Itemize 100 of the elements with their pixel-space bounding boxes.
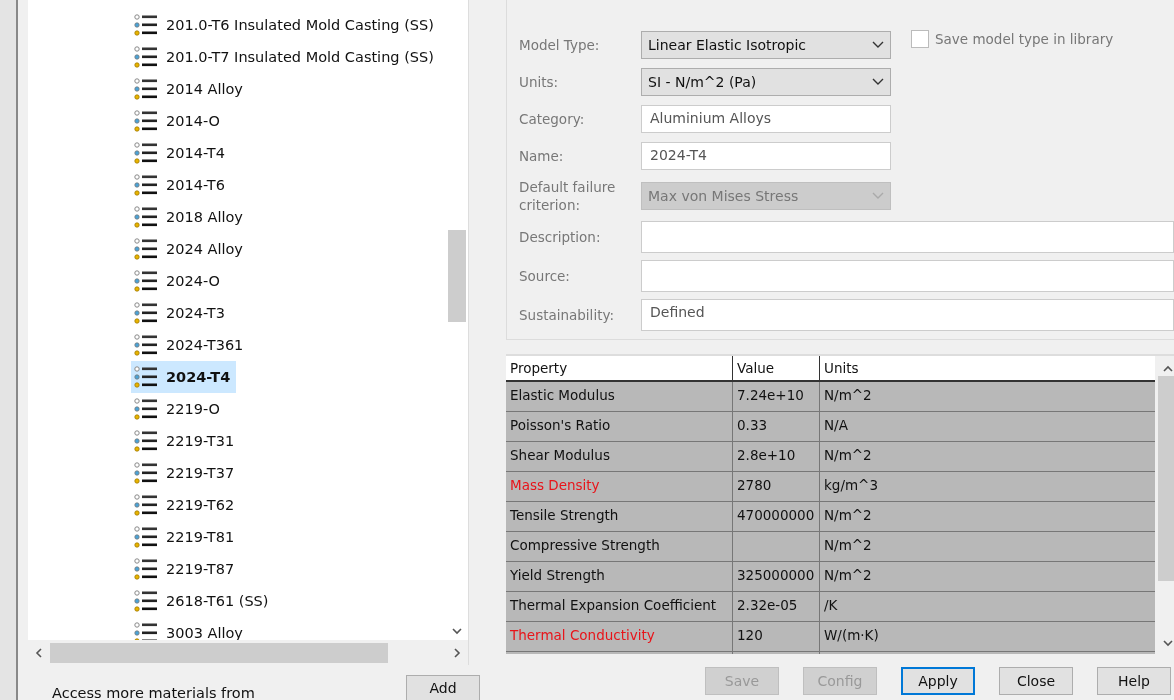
- tree-item[interactable]: 2018 Alloy: [131, 201, 249, 233]
- field-label: Model Type:: [519, 36, 601, 54]
- access-text: Access more materials from: [52, 685, 255, 700]
- list-icon: [134, 558, 158, 580]
- tree-item[interactable]: 201.0-T6 Insulated Mold Casting (SS): [131, 9, 440, 41]
- list-icon: [134, 270, 158, 292]
- field-label: Source:: [519, 267, 571, 285]
- units-cell-text: N/m^2: [823, 386, 873, 405]
- list-icon: [134, 46, 158, 68]
- tree-item[interactable]: 2014-T6: [131, 169, 231, 201]
- tree-item[interactable]: 2024-O: [131, 265, 226, 297]
- scrollbar-thumb[interactable]: [1158, 376, 1174, 581]
- dropdown[interactable]: SI - N/m^2 (Pa): [641, 68, 891, 96]
- tree-item[interactable]: 2219-T87: [131, 553, 241, 585]
- property-cell: Tensile Strength: [506, 502, 733, 531]
- value-cell[interactable]: 0.33: [733, 412, 820, 441]
- save-model-type-checkbox[interactable]: Save model type in library: [911, 30, 1114, 48]
- scroll-up-icon[interactable]: [1163, 364, 1173, 374]
- units-cell-text: kg/m^3: [823, 476, 879, 495]
- tree-item[interactable]: 2219-T31: [131, 425, 241, 457]
- scroll-down-icon[interactable]: [1163, 638, 1173, 648]
- field-label: Units:: [519, 73, 560, 91]
- input-field[interactable]: [641, 260, 1174, 292]
- tree-item[interactable]: 2024-T4: [131, 361, 237, 393]
- property-cell: Yield Strength: [506, 562, 733, 591]
- units-cell-text: /K: [823, 596, 839, 615]
- chevron-down-icon: [872, 192, 884, 200]
- list-icon: [134, 142, 158, 164]
- input-field[interactable]: Defined: [641, 299, 1174, 331]
- list-icon: [134, 590, 158, 612]
- property-cell: Thermal Expansion Coefficient: [506, 592, 733, 621]
- scrollbar-thumb[interactable]: [448, 230, 466, 322]
- tree-item[interactable]: 2618-T61 (SS): [131, 585, 275, 617]
- add-button[interactable]: Add: [406, 675, 480, 700]
- property-cell: Shear Modulus: [506, 442, 733, 471]
- list-icon: [134, 366, 158, 388]
- list-icon: [134, 430, 158, 452]
- tree-item[interactable]: 2219-T37: [131, 457, 241, 489]
- list-icon: [134, 78, 158, 100]
- dialog-button[interactable]: Help: [1097, 667, 1171, 695]
- field-label: Category:: [519, 110, 586, 128]
- scroll-left-icon[interactable]: [34, 647, 44, 658]
- tree-item[interactable]: 2014-O: [131, 105, 226, 137]
- value-cell[interactable]: 325000000: [733, 562, 820, 591]
- list-icon: [134, 174, 158, 196]
- value-cell[interactable]: 120: [733, 622, 820, 651]
- input-field[interactable]: Aluminium Alloys: [641, 105, 891, 133]
- property-cell: Thermal Conductivity: [506, 622, 733, 651]
- value-cell[interactable]: 470000000: [733, 502, 820, 531]
- value-cell[interactable]: 7.24e+10: [733, 382, 820, 411]
- dialog-button[interactable]: Close: [999, 667, 1073, 695]
- tree-item[interactable]: 2024-T3: [131, 297, 231, 329]
- list-icon: [134, 14, 158, 36]
- tree-item[interactable]: 201.0-T7 Insulated Mold Casting (SS): [131, 41, 440, 73]
- list-icon: [134, 494, 158, 516]
- value-cell[interactable]: 2.8e+10: [733, 442, 820, 471]
- tree-item[interactable]: 2219-T62: [131, 489, 241, 521]
- column-header[interactable]: Property: [506, 356, 733, 380]
- tree-item[interactable]: 2219-T81: [131, 521, 241, 553]
- tree-item[interactable]: 2024 Alloy: [131, 233, 249, 265]
- property-cell: Compressive Strength: [506, 532, 733, 561]
- list-icon: [134, 206, 158, 228]
- field-label: Default failure criterion:: [519, 178, 617, 214]
- property-cell: Poisson's Ratio: [506, 412, 733, 441]
- units-cell-text: N/m^2: [823, 446, 873, 465]
- list-icon: [134, 110, 158, 132]
- tree-item[interactable]: 2024-T361: [131, 329, 250, 361]
- units-cell-text: N/m^2: [823, 536, 873, 555]
- list-icon: [134, 238, 158, 260]
- list-icon: [134, 462, 158, 484]
- scroll-down-icon[interactable]: [452, 626, 462, 636]
- list-icon: [134, 622, 158, 640]
- tree-item[interactable]: 2014-T4: [131, 137, 231, 169]
- vertical-scrollbar[interactable]: [1155, 356, 1174, 654]
- dropdown[interactable]: Linear Elastic Isotropic: [641, 31, 891, 59]
- input-field[interactable]: [641, 221, 1174, 253]
- scroll-right-icon[interactable]: [452, 647, 462, 658]
- dialog-button[interactable]: Apply: [901, 667, 975, 695]
- property-cell: Mass Density: [506, 472, 733, 501]
- horizontal-scrollbar[interactable]: [28, 640, 468, 665]
- field-label: Sustainability:: [519, 306, 615, 324]
- list-icon: [134, 398, 158, 420]
- chevron-down-icon: [872, 41, 884, 49]
- tree-item[interactable]: 2014 Alloy: [131, 73, 249, 105]
- units-cell-text: N/m^2: [823, 566, 873, 585]
- list-icon: [134, 526, 158, 548]
- units-cell-text: N/m^2: [823, 506, 873, 525]
- units-cell-text: N/A: [823, 416, 849, 435]
- value-cell[interactable]: 2.32e-05: [733, 592, 820, 621]
- list-icon: [134, 334, 158, 356]
- list-icon: [134, 302, 158, 324]
- field-label: Name:: [519, 147, 565, 165]
- property-cell: Elastic Modulus: [506, 382, 733, 411]
- column-header[interactable]: Units: [820, 356, 1155, 380]
- value-cell[interactable]: 2780: [733, 472, 820, 501]
- input-field[interactable]: 2024-T4: [641, 142, 891, 170]
- units-cell-text: W/(m·K): [823, 626, 880, 645]
- column-header[interactable]: Value: [733, 356, 820, 380]
- scrollbar-thumb[interactable]: [50, 642, 388, 663]
- tree-item[interactable]: 2219-O: [131, 393, 226, 425]
